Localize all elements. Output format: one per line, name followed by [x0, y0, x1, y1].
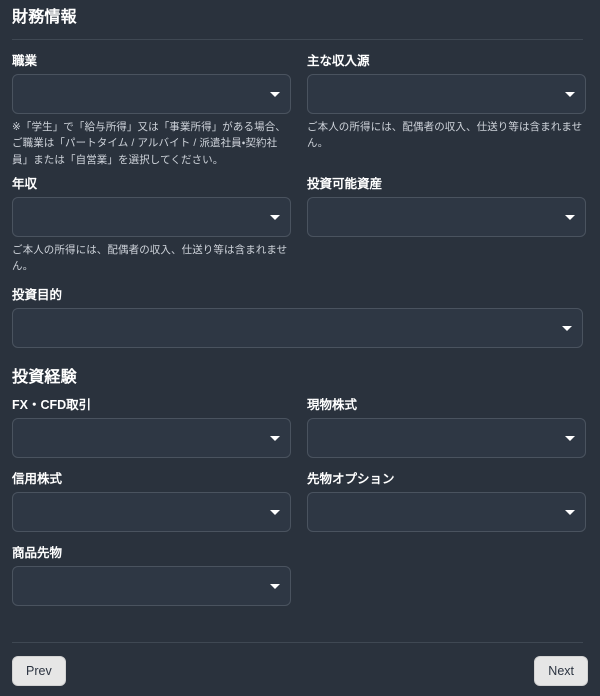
field-investable-assets: 投資可能資産 [307, 177, 586, 275]
select-wrap-occupation [12, 74, 291, 114]
financial-information-form: 財務情報 職業 ※「学生」で「給与所得」又は「事業所得」がある場合、ご職業は「パ… [0, 0, 600, 696]
select-wrap-margin-equities [12, 492, 291, 533]
field-investment-purpose: 投資目的 [12, 288, 583, 349]
select-wrap-annual-income [12, 196, 291, 237]
field-label-investment-purpose: 投資目的 [12, 288, 63, 303]
field-main-income-source: 主な収入源 ご本人の所得には、配偶者の収入、仕送り等は含まれません。 [307, 54, 586, 168]
field-label-cash-equities: 現物株式 [307, 398, 358, 413]
field-occupation: 職業 ※「学生」で「給与所得」又は「事業所得」がある場合、ご職業は「パートタイム… [12, 54, 291, 168]
form-footer: Prev Next [12, 642, 588, 686]
field-label-investable-assets: 投資可能資産 [307, 176, 383, 191]
field-label-main-income-source: 主な収入源 [307, 54, 370, 68]
next-button[interactable]: Next [534, 656, 588, 686]
field-annual-income: 年収 ご本人の所得には、配偶者の収入、仕送り等は含まれません。 [12, 177, 291, 275]
footer-buttons: Prev Next [12, 656, 588, 686]
field-label-fx-cfd-trading: FX・CFD取引 [12, 398, 92, 413]
field-note-main-income-source: ご本人の所得には、配偶者の収入、仕送り等は含まれません。 [307, 121, 583, 150]
field-commodity-futures: 商品先物 [12, 546, 291, 607]
select-wrap-main-income-source [307, 74, 586, 114]
field-label-futures-options: 先物オプション [307, 472, 395, 487]
select-wrap-cash-equities [307, 418, 586, 459]
fx-cfd-trading-select[interactable] [12, 418, 291, 459]
investment-experience-fields: FX・CFD取引 現物株式 信用株式 先物オプション 商品先物 [12, 398, 588, 607]
section-investment-experience: 投資経験 [12, 348, 588, 386]
margin-equities-select[interactable] [12, 492, 291, 533]
main-income-source-select[interactable] [307, 74, 586, 114]
page-title: 財務情報 [12, 9, 77, 26]
select-wrap-investment-purpose [12, 308, 583, 349]
commodity-futures-select[interactable] [12, 566, 291, 607]
investment-purpose-select[interactable] [12, 308, 583, 349]
investable-assets-select[interactable] [307, 196, 586, 237]
field-note-occupation: ※「学生」で「給与所得」又は「事業所得」がある場合、ご職業は「パートタイム / … [12, 121, 286, 166]
section-financial-information: 財務情報 [12, 0, 588, 40]
select-wrap-fx-cfd-trading [12, 418, 291, 459]
select-wrap-investable-assets [307, 196, 586, 237]
field-note-annual-income: ご本人の所得には、配偶者の収入、仕送り等は含まれません。 [12, 243, 288, 273]
field-fx-cfd-trading: FX・CFD取引 [12, 398, 291, 459]
annual-income-select[interactable] [12, 196, 291, 237]
occupation-select[interactable] [12, 74, 291, 114]
field-margin-equities: 信用株式 [12, 472, 291, 533]
field-label-margin-equities: 信用株式 [12, 472, 63, 487]
financial-information-fields: 職業 ※「学生」で「給与所得」又は「事業所得」がある場合、ご職業は「パートタイム… [12, 54, 588, 349]
futures-options-select[interactable] [307, 492, 586, 533]
prev-button[interactable]: Prev [12, 656, 66, 686]
field-label-annual-income: 年収 [12, 176, 38, 191]
footer-divider [12, 642, 583, 643]
section-title-investment-experience: 投資経験 [12, 369, 77, 387]
field-label-commodity-futures: 商品先物 [12, 546, 63, 561]
field-cash-equities: 現物株式 [307, 398, 586, 459]
select-wrap-commodity-futures [12, 566, 291, 607]
cash-equities-select[interactable] [307, 418, 586, 459]
field-futures-options: 先物オプション [307, 472, 586, 533]
field-label-occupation: 職業 [12, 54, 38, 68]
select-wrap-futures-options [307, 492, 586, 533]
